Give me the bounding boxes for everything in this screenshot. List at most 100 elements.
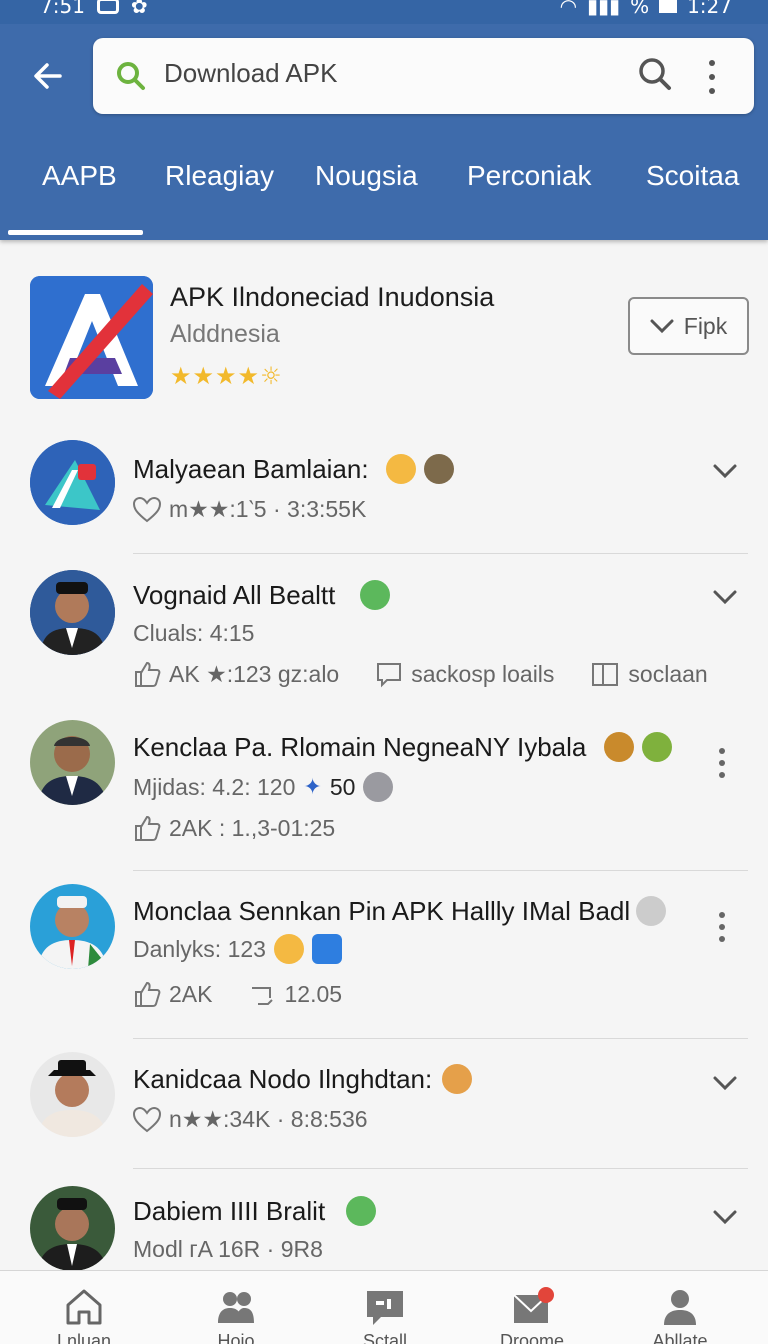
item-title: Dabiem IIII Bralit [133,1196,326,1226]
user-icon [664,1290,696,1325]
notification-icon [96,0,119,14]
list-item[interactable]: Dabiem IIII Bralit Modl гA 16R · 9R8 [0,1176,768,1271]
tab-nougsia[interactable]: Nougsia [315,160,418,192]
search-submit-icon[interactable] [637,56,673,92]
list-item[interactable]: Kanidcaa Nodo Ilnghdtan: n★★:34K · 8:8:5… [0,1044,768,1168]
share-action[interactable]: soclaan [590,660,708,688]
wifi-icon: ◠ [559,0,578,18]
emoji-icon [636,896,666,926]
emoji-icon [424,454,454,484]
app-logo [30,276,153,399]
item-actions: 2AK 12.05 [133,980,342,1008]
item-meta-text: n★★:34K · 8:8:536 [169,1106,368,1132]
like-action[interactable]: 2AK : 1.,3-01:25 [133,814,335,842]
app-title: APK Ilndoneciad Inudonsia [170,282,495,312]
app-subtitle: Alddnesia [170,320,280,348]
divider [133,1038,748,1039]
item-subtitle-row: Mjidas: 4.2: 120 ✦ 50 [133,772,394,802]
item-title: Monclaa Sennkan Pin APK Hallly IMal Badl [133,896,631,926]
list-item[interactable]: Vognaid All Bealtt Cluals: 4:15 AK ★:123… [0,562,768,698]
get-apk-button[interactable]: Fipk [628,297,749,355]
sparkle-icon: ✦ [303,774,322,799]
tab-bar: AAPB Rleagiay Nougsia Perconiak Scoitaa [0,150,768,210]
nav-home[interactable]: Lnluan [24,1271,144,1344]
overflow-menu-icon[interactable] [707,60,717,94]
status-time: 7:51 [40,0,85,18]
emoji-icon [273,934,304,964]
search-query: Download APK [164,58,338,88]
emoji-icon [642,732,672,762]
item-meta: n★★:34K · 8:8:536 [133,1106,368,1133]
item-actions: AK ★:123 gz:alo sackosp loails soclaan [133,660,708,688]
item-title: Kanidcaa Nodo Ilnghdtan: [133,1064,433,1094]
messenger-icon [311,934,342,964]
thumbs-up-icon [135,981,161,1007]
divider [133,1168,748,1169]
status-bar: 7:51 ✿ ◠ ▮▮▮ % 1:27 [0,0,768,24]
list-item[interactable]: Monclaa Sennkan Pin APK Hallly IMal Badl… [0,876,768,1036]
item-badge-count: 50 [329,773,356,800]
get-apk-label: Fipk [683,312,728,339]
back-button[interactable] [26,54,70,98]
more-options-icon[interactable] [718,912,726,942]
chat-icon [367,1291,403,1325]
featured-app-card[interactable]: APK Ilndoneciad Inudonsia Alddnesia ★★★★… [0,250,768,420]
envelope-icon [513,1287,554,1323]
app-header: 7:51 ✿ ◠ ▮▮▮ % 1:27 Download APK AAPB Rl… [0,0,768,240]
chevron-down-icon[interactable] [710,1202,740,1232]
item-subtitle: Mjidas: 4.2: 120 [133,773,296,800]
comment-action[interactable]: sackosp loails [375,660,554,688]
chevron-down-icon[interactable] [710,1068,740,1098]
item-meta: m★★:1‵5 · 3:3:55K [133,496,366,523]
search-input[interactable]: Download APK [93,38,754,114]
emoji-icon [363,772,394,802]
nav-messages[interactable]: Sctall [325,1271,445,1344]
divider [133,870,748,871]
chevron-down-icon[interactable] [710,456,740,486]
list-item[interactable]: Kenclaa Pa. Rlomain NegneaNY Iybala Mjid… [0,712,768,868]
avatar [30,1052,115,1137]
avatar [30,1186,115,1271]
heart-icon[interactable] [133,496,161,523]
thumbs-up-icon [135,661,161,687]
status-clock: 1:27 [687,0,732,18]
tab-perconiak[interactable]: Perconiak [467,160,592,192]
battery-percent: % [630,0,650,18]
active-tab-indicator [8,230,143,235]
tab-aapb[interactable]: AAPB [42,160,117,192]
item-subtitle: Danlyks: 123 [133,935,266,962]
item-subtitle: Modl гA 16R · 9R8 [133,1236,323,1262]
emoji-icon [604,732,634,762]
nav-groups[interactable]: Hoio [176,1271,296,1344]
nav-profile[interactable]: Abllate [620,1271,740,1344]
emoji-icon [386,454,416,484]
divider [133,553,748,554]
chevron-down-icon[interactable] [710,582,740,612]
item-meta-text: m★★:1‵5 · 3:3:55K [169,496,367,522]
chevron-down-icon [650,319,674,334]
verified-badge-icon [360,580,390,610]
repost-icon [252,987,274,1005]
repost-action[interactable]: 12.05 [248,980,342,1008]
tab-scoitaa[interactable]: Scoitaa [646,160,739,192]
more-options-icon[interactable] [718,748,726,778]
home-icon [66,1289,102,1325]
nav-notifications[interactable]: Droome [472,1271,592,1344]
app-notification-icon: ✿ [130,0,148,18]
item-subtitle-row: Danlyks: 123 [133,934,342,964]
like-action[interactable]: 2AK [133,980,212,1008]
avatar [30,884,115,969]
heart-icon[interactable] [133,1106,161,1133]
item-subtitle: Cluals: 4:15 [133,620,255,646]
avatar [30,570,115,655]
signal-icon: ▮▮▮ [587,0,621,18]
item-title: Kenclaa Pa. Rlomain NegneaNY Iybala [133,732,587,762]
list-item[interactable]: Malyaean Bamlaian: m★★:1‵5 · 3:3:55K [0,430,768,554]
like-action[interactable]: AK ★:123 gz:alo [133,660,339,688]
tab-rleagiay[interactable]: Rleagiay [165,160,274,192]
rating-stars: ★★★★☼ [170,362,283,390]
comment-icon [377,663,402,688]
emoji-icon [442,1064,472,1094]
avatar [30,720,115,805]
people-icon [218,1292,254,1323]
